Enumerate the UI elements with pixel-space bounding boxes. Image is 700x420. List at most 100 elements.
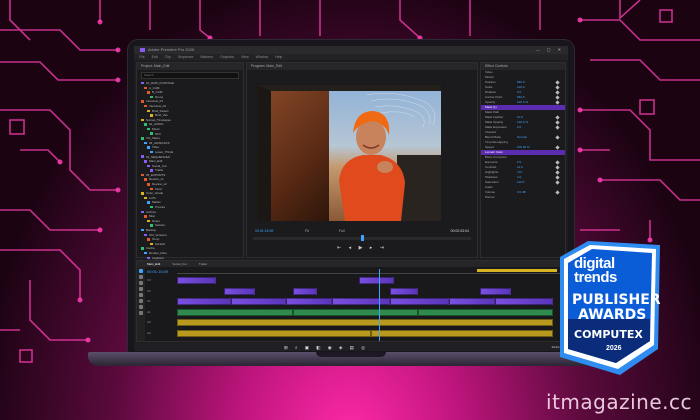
menu-item[interactable]: Edit	[152, 55, 158, 59]
keyframe-toggle-icon[interactable]	[555, 160, 560, 165]
track-header[interactable]: A2	[147, 319, 175, 326]
video-clip[interactable]	[223, 287, 255, 295]
timeline-panel: Main_Edit Social_Cut Trailer 00:01:15:09 V…	[136, 260, 566, 342]
work-area-bar[interactable]	[477, 269, 557, 272]
keyframe-toggle-icon[interactable]	[555, 90, 560, 95]
zoom-fit-select[interactable]: Fit	[305, 227, 309, 235]
effect-property-label: Highlights	[485, 170, 499, 174]
menu-item[interactable]: Graphics	[220, 55, 234, 59]
keyframe-toggle-icon[interactable]	[555, 95, 560, 100]
audio-clip[interactable]	[417, 308, 554, 316]
menu-item[interactable]: View	[241, 55, 249, 59]
video-clip[interactable]	[479, 287, 511, 295]
taskbar-app-icons[interactable]: ⊞ ⌕ ▣ ◧ ◉ ◈ ▤ ◎	[284, 345, 368, 351]
video-clip[interactable]	[177, 298, 232, 305]
project-panel-title[interactable]: Project: Main_Edit	[137, 63, 243, 70]
timeline-timecode[interactable]: 00:01:15:09	[147, 269, 168, 274]
effect-controls-list: Video Motion Position 960.0 Scale 100.0 Rotati…	[481, 70, 565, 200]
track-lane	[177, 287, 565, 295]
project-bin-label: 04_SEQUENCES	[146, 154, 170, 159]
menu-item[interactable]: File	[139, 55, 145, 59]
keyframe-toggle-icon[interactable]	[555, 135, 560, 140]
audio-clip[interactable]	[371, 329, 554, 337]
video-clip[interactable]	[390, 287, 418, 295]
project-bin-label: Archive	[146, 209, 157, 214]
menu-item[interactable]: Help	[275, 55, 282, 59]
video-clip[interactable]	[390, 298, 449, 305]
track-lane	[177, 277, 565, 284]
keyframe-toggle-icon[interactable]	[555, 170, 560, 175]
type-tool-icon[interactable]	[139, 311, 143, 315]
menu-item[interactable]: Markers	[200, 55, 213, 59]
time-ruler[interactable]	[177, 269, 565, 274]
menu-item[interactable]: Sequence	[178, 55, 194, 59]
video-clip[interactable]	[293, 287, 317, 295]
keyframe-toggle-icon[interactable]	[555, 165, 560, 170]
timeline-tab[interactable]: Social_Cut	[172, 262, 187, 266]
audio-clip[interactable]	[177, 319, 554, 326]
keyframe-toggle-icon[interactable]	[555, 80, 560, 85]
video-clip[interactable]	[285, 298, 333, 305]
audio-clip[interactable]	[177, 329, 371, 337]
timeline-playhead[interactable]	[379, 269, 380, 341]
video-clip[interactable]	[177, 277, 216, 284]
effect-property-label: Basic Correction	[485, 155, 508, 159]
video-clip[interactable]	[448, 298, 496, 305]
track-header[interactable]: A3	[147, 330, 175, 337]
label-color-swatch	[144, 196, 147, 200]
keyframe-toggle-icon[interactable]	[555, 100, 560, 105]
selection-tool-icon[interactable]	[139, 269, 143, 273]
timeline-tab[interactable]: Trailer	[199, 262, 207, 266]
window-controls[interactable]: — ▢ ✕	[536, 46, 564, 54]
effect-property-label: Position	[485, 80, 496, 84]
project-bin-label: Temp	[152, 237, 160, 242]
keyframe-toggle-icon[interactable]	[555, 175, 560, 180]
label-color-swatch	[144, 104, 147, 108]
project-search-input[interactable]: Search	[141, 72, 239, 79]
keyframe-toggle-icon[interactable]	[555, 145, 560, 150]
pen-tool-icon[interactable]	[139, 299, 143, 303]
timeline-tab[interactable]: Main_Edit	[147, 262, 160, 266]
audio-clip[interactable]	[177, 308, 294, 316]
slip-tool-icon[interactable]	[139, 293, 143, 297]
razor-tool-icon[interactable]	[139, 287, 143, 291]
hand-tool-icon[interactable]	[139, 305, 143, 309]
van-window-frame	[257, 85, 441, 221]
track-header[interactable]: V2	[147, 288, 175, 295]
effect-property-row[interactable]: Panner	[481, 195, 565, 200]
label-color-swatch	[141, 228, 144, 232]
transport-controls[interactable]: ⇤ ◂ ▶ ▸ ⇥	[307, 244, 417, 252]
program-monitor-title[interactable]: Program: Main_Edit	[247, 63, 477, 70]
monitor-playhead[interactable]	[361, 235, 364, 241]
label-color-swatch	[147, 183, 150, 186]
effect-controls-title[interactable]: Effect Controls	[481, 63, 565, 70]
label-color-swatch	[141, 192, 144, 195]
badge-awards: AWARDS	[578, 307, 647, 323]
keyframe-toggle-icon[interactable]	[555, 120, 560, 125]
label-color-swatch	[144, 141, 147, 145]
keyframe-toggle-icon[interactable]	[555, 85, 560, 90]
effect-property-label: Shadows	[485, 175, 498, 179]
keyframe-toggle-icon[interactable]	[555, 190, 560, 195]
label-color-swatch	[141, 173, 144, 177]
track-header[interactable]: A1	[147, 309, 175, 316]
resolution-select[interactable]: Full	[339, 227, 345, 235]
video-clip[interactable]	[495, 298, 554, 305]
menu-item[interactable]: Clip	[165, 55, 171, 59]
playhead-timecode[interactable]: 00:01:15:09	[255, 227, 274, 235]
keyframe-toggle-icon[interactable]	[555, 115, 560, 120]
ripple-tool-icon[interactable]	[139, 281, 143, 285]
audio-clip[interactable]	[293, 308, 418, 316]
video-clip[interactable]	[359, 277, 395, 284]
video-preview[interactable]	[257, 85, 441, 221]
video-clip[interactable]	[231, 298, 286, 305]
track-select-tool-icon[interactable]	[139, 275, 143, 279]
video-clip[interactable]	[332, 298, 391, 305]
keyframe-toggle-icon[interactable]	[555, 125, 560, 130]
keyframe-toggle-icon[interactable]	[555, 180, 560, 185]
menu-item[interactable]: Window	[256, 55, 268, 59]
track-header[interactable]: V1	[147, 298, 175, 305]
project-bin-label: Lower_Thirds	[155, 149, 174, 154]
monitor-scrub-bar[interactable]	[253, 235, 471, 241]
track-header[interactable]: V3	[147, 277, 175, 284]
